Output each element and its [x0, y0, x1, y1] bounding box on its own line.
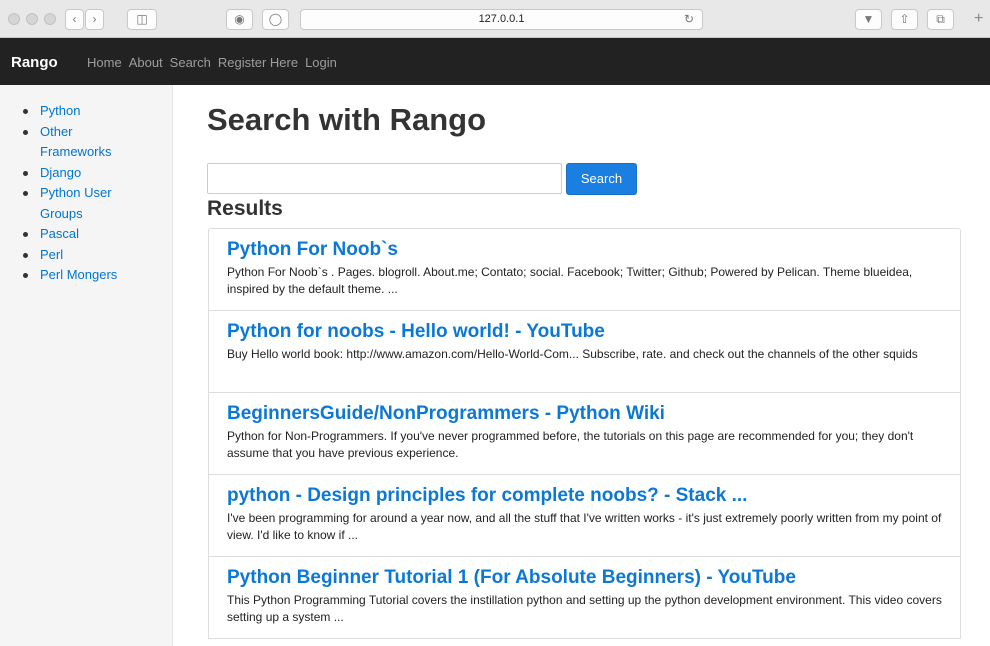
result-summary: This Python Programming Tutorial covers …: [227, 593, 942, 624]
category-link[interactable]: Django: [40, 165, 81, 180]
back-button[interactable]: ‹: [65, 9, 84, 30]
result-title-link[interactable]: Python for noobs - Hello world! - YouTub…: [227, 320, 942, 344]
zoom-window-button[interactable]: [44, 13, 56, 25]
sidebar-toggle-button[interactable]: ◫: [127, 9, 157, 30]
forward-button[interactable]: ›: [85, 9, 104, 30]
tabs-icon: ⧉: [936, 12, 945, 26]
extension-button[interactable]: ◯: [262, 9, 289, 30]
category-list: Python Other Frameworks Django Python Us…: [0, 101, 130, 286]
result-summary: I've been programming for around a year …: [227, 511, 942, 542]
url-text: 127.0.0.1: [478, 13, 525, 25]
nav-link-home[interactable]: Home: [87, 55, 122, 70]
results-list: Python For Noob`s Python For Noob`s . Pa…: [208, 228, 961, 639]
category-link[interactable]: Pascal: [40, 226, 79, 241]
sidebar-item-perl-mongers: Perl Mongers: [23, 265, 130, 286]
minimize-window-button[interactable]: [26, 13, 38, 25]
address-bar[interactable]: 127.0.0.1 ↻: [300, 9, 703, 30]
sidebar: Python Other Frameworks Django Python Us…: [0, 85, 173, 646]
result-summary: Python for Non-Programmers. If you've ne…: [227, 429, 914, 460]
nav-links: Home About Search Register Here Login: [87, 55, 337, 70]
result-summary: Buy Hello world book: http://www.amazon.…: [227, 347, 918, 361]
browser-toolbar: ‹ › ◫ ◉ ◯ 127.0.0.1 ↻ ▼ ⇧ ⧉ +: [0, 0, 990, 38]
result-title-link[interactable]: Python For Noob`s: [227, 238, 942, 262]
page-title: Search with Rango: [207, 102, 487, 137]
sidebar-item-other-frameworks: Other Frameworks: [23, 122, 130, 163]
shield-icon: ◉: [234, 12, 245, 26]
main-content: Search with Rango Search Results Python …: [174, 85, 990, 646]
result-item: Python For Noob`s Python For Noob`s . Pa…: [209, 229, 960, 311]
share-button[interactable]: ⇧: [891, 9, 918, 30]
results-heading: Results: [207, 197, 283, 220]
result-item: python - Design principles for complete …: [209, 475, 960, 557]
chevron-left-icon: ‹: [72, 12, 77, 26]
chevron-right-icon: ›: [92, 12, 97, 26]
download-icon: ▼: [862, 12, 875, 26]
result-title-link[interactable]: BeginnersGuide/NonProgrammers - Python W…: [227, 402, 942, 426]
result-title-link[interactable]: Python Beginner Tutorial 1 (For Absolute…: [227, 566, 942, 590]
nav-link-search[interactable]: Search: [170, 55, 211, 70]
sidebar-item-perl: Perl: [23, 245, 130, 266]
extension-icon: ◯: [268, 12, 283, 26]
search-button[interactable]: Search: [566, 163, 637, 195]
sidebar-item-pascal: Pascal: [23, 224, 130, 245]
reload-icon[interactable]: ↻: [684, 12, 694, 26]
category-link[interactable]: Other Frameworks: [40, 124, 112, 160]
close-window-button[interactable]: [8, 13, 20, 25]
nav-link-login[interactable]: Login: [305, 55, 337, 70]
result-item: Python Beginner Tutorial 1 (For Absolute…: [209, 557, 960, 639]
search-input[interactable]: [207, 163, 562, 194]
category-link[interactable]: Python: [40, 103, 80, 118]
brand-link[interactable]: Rango: [11, 54, 58, 71]
category-link[interactable]: Perl Mongers: [40, 267, 117, 282]
result-summary: Python For Noob`s . Pages. blogroll. Abo…: [227, 265, 913, 296]
result-item: BeginnersGuide/NonProgrammers - Python W…: [209, 393, 960, 475]
nav-link-about[interactable]: About: [129, 55, 163, 70]
sidebar-icon: ◫: [136, 12, 148, 26]
result-item: Python for noobs - Hello world! - YouTub…: [209, 311, 960, 393]
category-link[interactable]: Perl: [40, 247, 63, 262]
sidebar-item-python-user-groups: Python User Groups: [23, 183, 130, 224]
category-link[interactable]: Python User Groups: [40, 185, 112, 221]
new-tab-icon[interactable]: +: [974, 10, 983, 28]
share-icon: ⇧: [899, 12, 910, 26]
sidebar-item-python: Python: [23, 101, 130, 122]
privacy-button[interactable]: ◉: [226, 9, 253, 30]
result-title-link[interactable]: python - Design principles for complete …: [227, 484, 942, 508]
sidebar-item-django: Django: [23, 163, 130, 184]
downloads-button[interactable]: ▼: [855, 9, 882, 30]
tabs-button[interactable]: ⧉: [927, 9, 954, 30]
nav-link-register[interactable]: Register Here: [218, 55, 298, 70]
top-navbar: Rango Home About Search Register Here Lo…: [0, 38, 990, 85]
